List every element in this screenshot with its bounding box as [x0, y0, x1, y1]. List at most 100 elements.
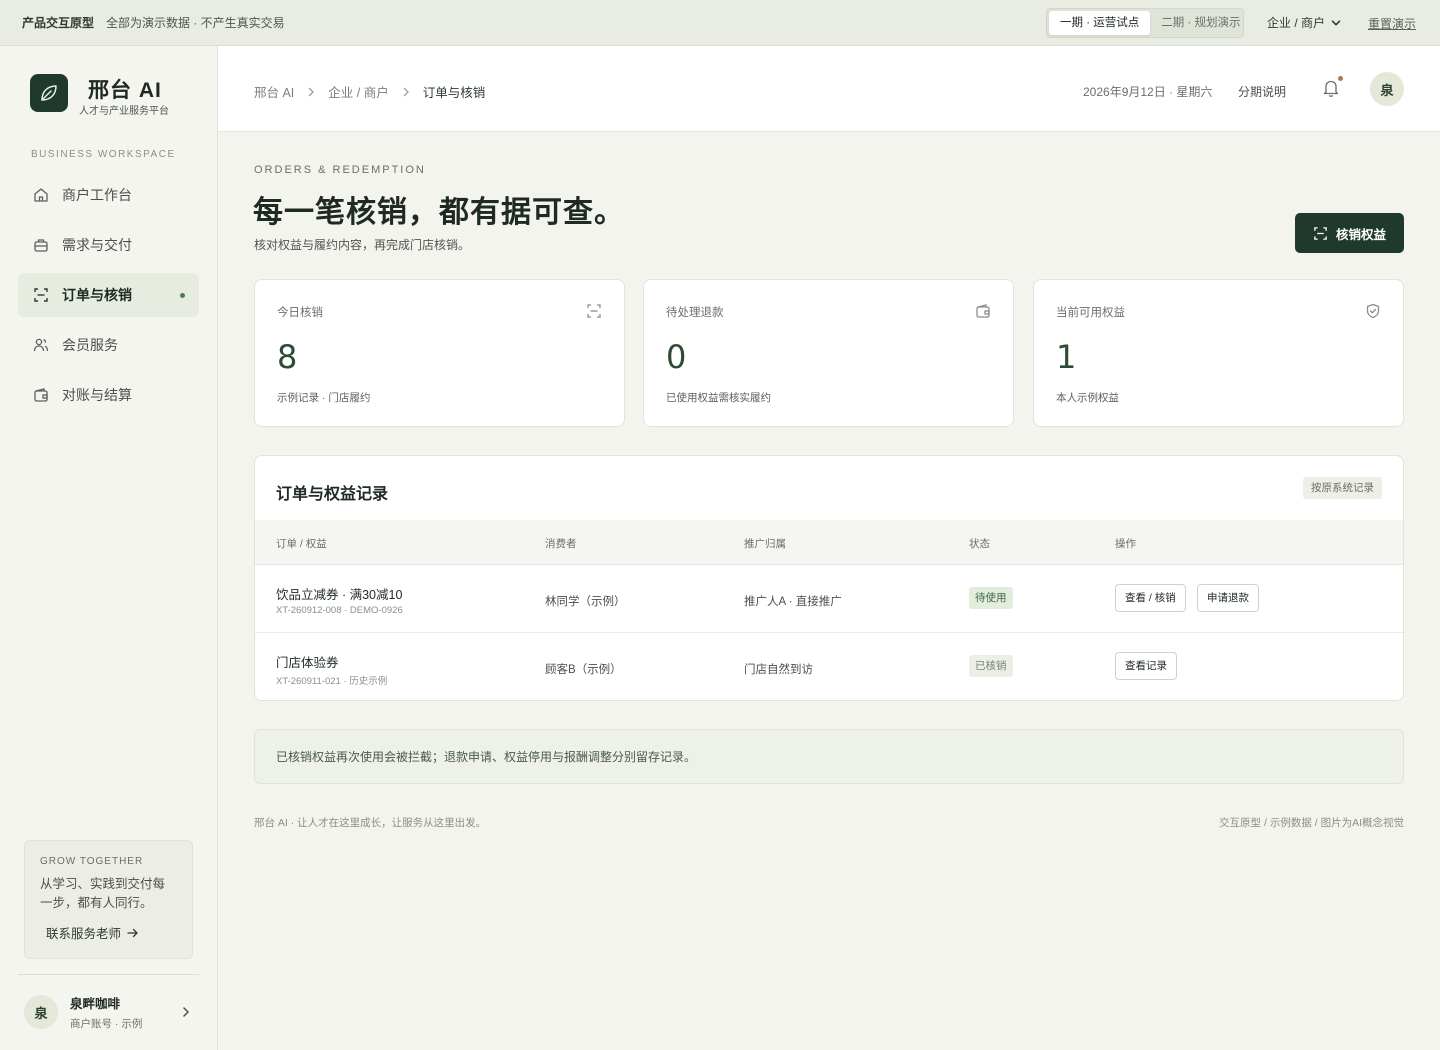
chevron-right-icon — [403, 87, 409, 97]
status-badge: 已核销 — [969, 655, 1013, 677]
breadcrumb-item[interactable]: 企业 / 商户 — [328, 82, 388, 101]
scan-icon — [586, 303, 602, 319]
wallet-icon — [975, 303, 991, 319]
column-header: 消费者 — [545, 538, 577, 550]
column-header: 推广归属 — [744, 538, 786, 550]
chevron-right-icon — [308, 87, 315, 97]
reset-demo-link[interactable]: 重置演示 — [1368, 15, 1416, 32]
stat-label: 今日核销 — [277, 307, 323, 319]
brand-name: 邢台 AI — [88, 79, 162, 102]
consumer: 林同学（示例） — [545, 596, 626, 608]
orders-panel: 订单与权益记录 按原系统记录 订单 / 权益 消费者 推广归属 状态 操作 饮品… — [254, 455, 1404, 701]
scan-icon — [32, 286, 50, 304]
role-switcher[interactable]: 企业 / 商户 — [1267, 14, 1341, 31]
stat-value: 1 — [1056, 338, 1077, 376]
chevron-down-icon — [1331, 18, 1341, 28]
divider — [18, 974, 199, 975]
footer-slogan: 邢台 AI · 让人才在这里成长，让服务从这里出发。 — [254, 817, 487, 829]
stat-card-pending-refunds: 待处理退款 0 已使用权益需核实履约 — [643, 279, 1014, 427]
promo-kicker: GROW TOGETHER — [40, 856, 144, 867]
avatar: 泉 — [24, 995, 58, 1029]
stat-value: 8 — [277, 338, 298, 376]
sidebar-nav: 商户工作台 需求与交付 订单与核销 会员服务 对账与结算 — [18, 173, 199, 423]
chevron-right-icon — [182, 1006, 190, 1018]
scan-icon — [1313, 226, 1328, 241]
order-name: 门店体验券 — [276, 656, 339, 670]
users-icon — [32, 336, 50, 354]
arrow-right-icon — [127, 928, 139, 938]
order-name: 饮品立减券 · 满30减10 — [276, 588, 403, 602]
sidebar-item-merchant-dashboard[interactable]: 商户工作台 — [18, 173, 199, 217]
redeem-benefit-label: 核销权益 — [1335, 227, 1386, 242]
phase-option-2[interactable]: 二期 · 规划演示 — [1150, 11, 1251, 35]
briefcase-icon — [32, 236, 50, 254]
bell-icon — [1322, 78, 1340, 98]
account-name: 泉畔咖啡 — [70, 997, 121, 1011]
demo-note: 全部为演示数据 · 不产生真实交易 — [106, 16, 285, 30]
order-code: XT-260911-021 · 历史示例 — [276, 676, 388, 687]
phase-switcher: 一期 · 运营试点 二期 · 规划演示 — [1046, 8, 1244, 38]
status-badge: 待使用 — [969, 587, 1013, 609]
stat-value: 0 — [666, 338, 687, 376]
sidebar-item-label: 需求与交付 — [62, 237, 132, 253]
promo-card: GROW TOGETHER 从学习、实践到交付每一步，都有人同行。 联系服务老师 — [24, 840, 193, 959]
page-subtitle: 核对权益与履约内容，再完成门店核销。 — [254, 238, 471, 252]
footer-disclaimer: 交互原型 / 示例数据 / 图片为AI概念视觉 — [1219, 817, 1404, 829]
sidebar: 邢台 AI 人才与产业服务平台 BUSINESS WORKSPACE 商户工作台… — [0, 46, 218, 1050]
view-redeem-button[interactable]: 查看 / 核销 — [1115, 584, 1186, 612]
wallet-icon — [32, 386, 50, 404]
stat-description: 已使用权益需核实履约 — [666, 392, 771, 404]
table-row: 饮品立减券 · 满30减10 XT-260912-008 · DEMO-0926… — [255, 565, 1403, 633]
request-refund-button[interactable]: 申请退款 — [1197, 584, 1259, 612]
brand-subtitle: 人才与产业服务平台 — [79, 106, 169, 117]
stat-label: 待处理退款 — [666, 307, 724, 319]
stat-card-available-benefits: 当前可用权益 1 本人示例权益 — [1033, 279, 1404, 427]
breadcrumb-item[interactable]: 邢台 AI — [254, 82, 294, 101]
notifications-button[interactable] — [1322, 76, 1343, 98]
attribution: 门店自然到访 — [744, 664, 813, 676]
consumer: 顾客B（示例） — [545, 664, 622, 676]
view-record-button[interactable]: 查看记录 — [1115, 652, 1177, 680]
role-label: 企业 / 商户 — [1267, 16, 1326, 30]
shield-check-icon — [1365, 303, 1381, 319]
panel-title: 订单与权益记录 — [276, 486, 389, 503]
policy-notice: 已核销权益再次使用会被拦截；退款申请、权益停用与报酬调整分别留存记录。 — [254, 729, 1404, 784]
user-avatar[interactable]: 泉 — [1370, 72, 1404, 106]
account-switcher[interactable]: 泉 泉畔咖啡 商户账号 · 示例 — [24, 994, 194, 1030]
phase-note-link[interactable]: 分期说明 — [1238, 83, 1286, 100]
current-date: 2026年9月12日 · 星期六 — [1083, 85, 1213, 99]
breadcrumb: 邢台 AI 企业 / 商户 订单与核销 — [254, 82, 485, 101]
stat-card-today-redeemed: 今日核销 8 示例记录 · 门店履约 — [254, 279, 625, 427]
promo-text: 从学习、实践到交付每一步，都有人同行。 — [40, 877, 166, 910]
page-header: 邢台 AI 企业 / 商户 订单与核销 2026年9月12日 · 星期六 分期说… — [218, 46, 1440, 132]
sidebar-item-settlement[interactable]: 对账与结算 — [18, 373, 199, 417]
section-eyebrow: ORDERS & REDEMPTION — [254, 164, 426, 176]
redeem-benefit-button[interactable]: 核销权益 — [1295, 213, 1404, 253]
table-row: 门店体验券 XT-260911-021 · 历史示例 顾客B（示例） 门店自然到… — [255, 633, 1403, 700]
prototype-label: 产品交互原型 — [22, 16, 95, 30]
contact-advisor-link[interactable]: 联系服务老师 — [46, 923, 177, 942]
active-indicator — [180, 293, 185, 298]
attribution: 推广人A · 直接推广 — [744, 596, 842, 608]
leaf-logo-icon — [30, 74, 68, 112]
page-title: 每一笔核销，都有据可查。 — [253, 196, 625, 229]
phase-option-1[interactable]: 一期 · 运营试点 — [1049, 11, 1151, 35]
breadcrumb-current: 订单与核销 — [422, 86, 486, 100]
sidebar-item-members[interactable]: 会员服务 — [18, 323, 199, 367]
notification-dot — [1338, 76, 1343, 81]
sidebar-item-label: 会员服务 — [62, 337, 118, 353]
order-code: XT-260912-008 · DEMO-0926 — [276, 605, 403, 616]
source-tag: 按原系统记录 — [1303, 477, 1382, 499]
sidebar-item-demand-delivery[interactable]: 需求与交付 — [18, 223, 199, 267]
account-sub: 商户账号 · 示例 — [70, 1018, 143, 1030]
column-header: 操作 — [1115, 538, 1136, 550]
column-header: 订单 / 权益 — [276, 538, 327, 550]
stat-description: 示例记录 · 门店履约 — [277, 392, 371, 404]
contact-advisor-label: 联系服务老师 — [46, 927, 122, 941]
sidebar-item-label: 订单与核销 — [62, 287, 132, 303]
table-header: 订单 / 权益 消费者 推广归属 状态 操作 — [255, 520, 1403, 565]
workspace-label: BUSINESS WORKSPACE — [31, 149, 176, 160]
sidebar-item-orders[interactable]: 订单与核销 — [18, 273, 199, 317]
stat-label: 当前可用权益 — [1056, 307, 1125, 319]
notice-text: 已核销权益再次使用会被拦截；退款申请、权益停用与报酬调整分别留存记录。 — [276, 750, 697, 764]
